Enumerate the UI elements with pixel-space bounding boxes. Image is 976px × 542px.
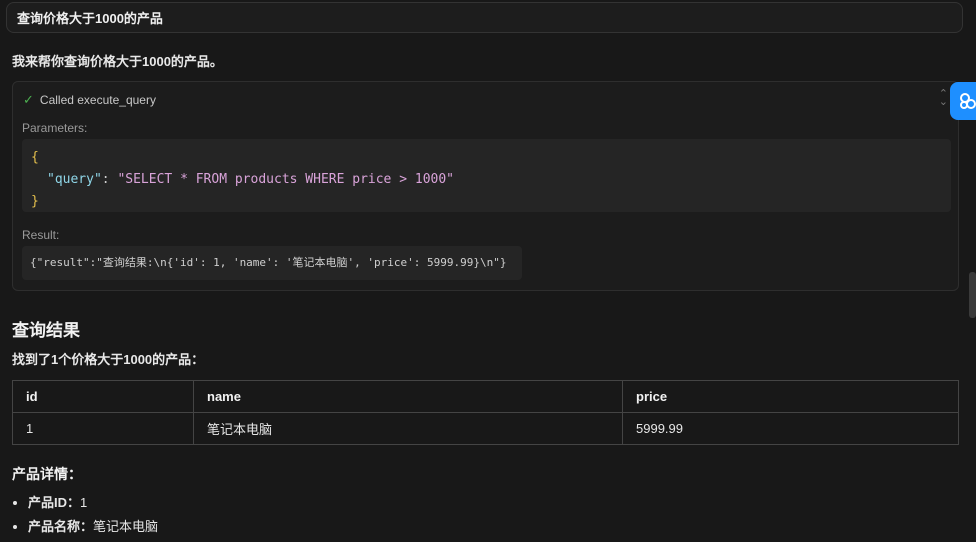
json-close-brace: } <box>31 194 39 209</box>
scrollbar-thumb[interactable] <box>969 272 976 318</box>
result-label: Result: <box>22 228 60 242</box>
json-key: "query" <box>47 172 102 187</box>
tool-call-title: Called execute_query <box>39 93 156 107</box>
assistant-floating-button[interactable] <box>950 82 976 120</box>
detail-label: 产品ID： <box>28 495 81 510</box>
list-item: 产品ID：1 <box>28 494 158 518</box>
detail-value: 笔记本电脑 <box>93 519 159 534</box>
details-list: 产品ID：1 产品名称：笔记本电脑 <box>12 494 158 542</box>
table-header-row: id name price <box>12 380 959 413</box>
parameters-label: Parameters: <box>22 121 88 135</box>
json-colon: : <box>101 172 118 187</box>
cell-price: 5999.99 <box>622 412 959 445</box>
parameters-code-block: { "query": "SELECT * FROM products WHERE… <box>22 139 951 212</box>
check-icon: ✓ <box>23 92 34 107</box>
result-code-block: {"result":"查询结果:\n{'id': 1, 'name': '笔记本… <box>22 246 522 280</box>
list-item: 产品名称：笔记本电脑 <box>28 518 158 542</box>
table-row: 1 笔记本电脑 5999.99 <box>12 412 959 445</box>
cell-id: 1 <box>12 412 194 445</box>
json-open-brace: { <box>31 150 39 165</box>
tool-call-card: ✓ Called execute_query ⌃ ⌄ Parameters: { … <box>12 81 959 291</box>
user-message: 查询价格大于1000的产品 <box>6 2 963 33</box>
tool-call-header[interactable]: ✓ Called execute_query <box>23 92 156 108</box>
result-table: id name price 1 笔记本电脑 5999.99 <box>12 380 959 445</box>
detail-value: 1 <box>80 495 88 510</box>
detail-label: 产品名称： <box>28 519 94 534</box>
assistant-intro: 我来帮你查询价格大于1000的产品。 <box>12 54 223 69</box>
cell-name: 笔记本电脑 <box>193 412 623 445</box>
result-heading: 查询结果 <box>12 321 80 340</box>
link-icon <box>960 93 976 109</box>
details-heading: 产品详情： <box>12 466 82 482</box>
column-header-name: name <box>193 380 623 413</box>
found-text: 找到了1个价格大于1000的产品： <box>12 352 205 367</box>
column-header-id: id <box>12 380 194 413</box>
json-value: "SELECT * FROM products WHERE price > 10… <box>117 172 454 187</box>
expand-collapse-icon[interactable]: ⌃ ⌄ <box>939 89 948 108</box>
column-header-price: price <box>622 380 959 413</box>
